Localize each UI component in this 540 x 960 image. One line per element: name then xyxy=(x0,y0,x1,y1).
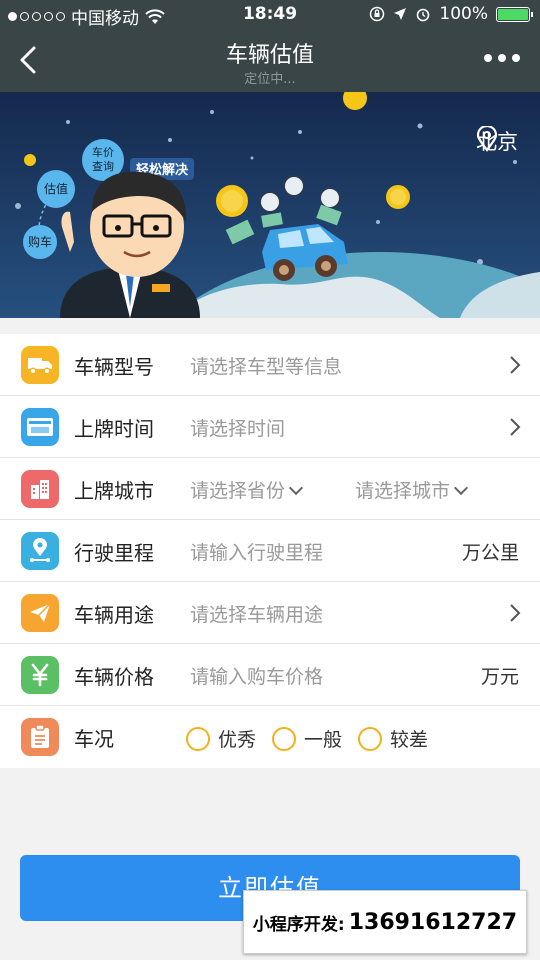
row-mileage[interactable]: 行驶里程 请输入行驶里程 万公里 xyxy=(0,520,540,582)
page-title: 车辆估值 xyxy=(225,43,314,68)
valuation-form: 车辆型号 请选择车型等信息 上牌时间 请选择时间 上牌城市 请选择省份 请选择城… xyxy=(0,334,540,768)
chevron-right-icon xyxy=(510,356,521,374)
watermark-phone: 13691612727 xyxy=(348,909,518,935)
registration-date-select[interactable]: 请选择时间 xyxy=(190,414,285,441)
city-select[interactable]: 请选择城市 xyxy=(355,476,469,503)
bubble-buy-label: 购车 xyxy=(28,234,52,249)
vehicle-usage-select[interactable]: 请选择车辆用途 xyxy=(190,600,323,627)
building-icon xyxy=(21,470,59,508)
city-placeholder: 请选择城市 xyxy=(355,480,451,502)
condition-option-poor[interactable]: 较差 xyxy=(358,725,428,752)
row-label: 行驶里程 xyxy=(74,541,154,565)
row-registration-date[interactable]: 上牌时间 请选择时间 xyxy=(0,396,540,458)
row-label: 车况 xyxy=(74,727,114,751)
price-input[interactable]: 请输入购车价格 xyxy=(190,662,323,689)
license-plate-icon xyxy=(21,408,59,446)
yen-icon xyxy=(21,656,59,694)
option-label: 较差 xyxy=(390,729,429,751)
row-vehicle-model[interactable]: 车辆型号 请选择车型等信息 xyxy=(0,334,540,396)
paper-plane-icon xyxy=(21,594,59,632)
status-bar: 中国移动 18:49 100% xyxy=(0,0,540,30)
row-label: 车辆型号 xyxy=(74,355,154,379)
battery-percent: 100% xyxy=(439,4,488,24)
mileage-unit: 万公里 xyxy=(461,542,519,564)
city-selector[interactable]: 北京 xyxy=(476,126,518,156)
rotation-lock-icon xyxy=(370,6,385,22)
bubble-estimate-label: 估值 xyxy=(44,181,68,196)
row-registration-city: 上牌城市 请选择省份 请选择城市 xyxy=(0,458,540,520)
bubble-price-query-line1: 车价 xyxy=(92,145,114,159)
vehicle-model-select[interactable]: 请选择车型等信息 xyxy=(190,352,342,379)
radio-button[interactable] xyxy=(272,726,297,751)
row-label: 上牌时间 xyxy=(74,417,154,441)
row-label: 车辆用途 xyxy=(74,603,154,627)
clipboard-icon xyxy=(21,718,59,756)
bubble-price-query-line2: 查询 xyxy=(92,159,114,173)
row-label: 车辆价格 xyxy=(74,665,154,689)
location-pin-icon xyxy=(476,126,498,152)
location-status: 定位中... xyxy=(244,72,296,87)
condition-option-excellent[interactable]: 优秀 xyxy=(186,725,256,752)
location-arrow-icon xyxy=(394,8,407,20)
chevron-right-icon xyxy=(510,418,521,436)
row-vehicle-usage[interactable]: 车辆用途 请选择车辆用途 xyxy=(0,582,540,644)
truck-icon xyxy=(21,346,59,384)
row-vehicle-condition: 车况 优秀 一般 较差 xyxy=(0,706,540,768)
navigation-bar: 车辆估值 定位中... xyxy=(0,30,540,92)
chevron-down-icon xyxy=(453,480,469,496)
chevron-right-icon xyxy=(510,604,521,622)
condition-option-average[interactable]: 一般 xyxy=(272,725,342,752)
province-select[interactable]: 请选择省份 xyxy=(190,476,304,503)
radio-button[interactable] xyxy=(186,726,210,751)
more-menu-icon[interactable] xyxy=(484,54,520,62)
system-status: 100% xyxy=(369,4,533,24)
hero-banner: 车价 查询 估值 购车 轻松解决 北京 xyxy=(0,92,540,318)
row-vehicle-price[interactable]: 车辆价格 请输入购车价格 万元 xyxy=(0,644,540,706)
option-label: 一般 xyxy=(304,729,343,751)
battery-icon xyxy=(496,6,533,22)
price-unit: 万元 xyxy=(480,666,519,688)
mileage-input[interactable]: 请输入行驶里程 xyxy=(190,538,323,565)
row-label: 上牌城市 xyxy=(74,479,154,503)
route-icon xyxy=(21,532,59,570)
province-placeholder: 请选择省份 xyxy=(190,480,286,502)
radio-button[interactable] xyxy=(358,726,383,751)
option-label: 优秀 xyxy=(218,729,257,751)
watermark-prefix: 小程序开发: xyxy=(252,914,345,935)
chevron-down-icon xyxy=(288,480,304,496)
condition-radio-group: 优秀 一般 较差 xyxy=(186,725,428,752)
banner-illustration: 车价 查询 估值 购车 轻松解决 xyxy=(0,92,540,318)
contact-watermark: 小程序开发: 13691612727 xyxy=(243,890,527,954)
alarm-icon xyxy=(417,8,430,22)
